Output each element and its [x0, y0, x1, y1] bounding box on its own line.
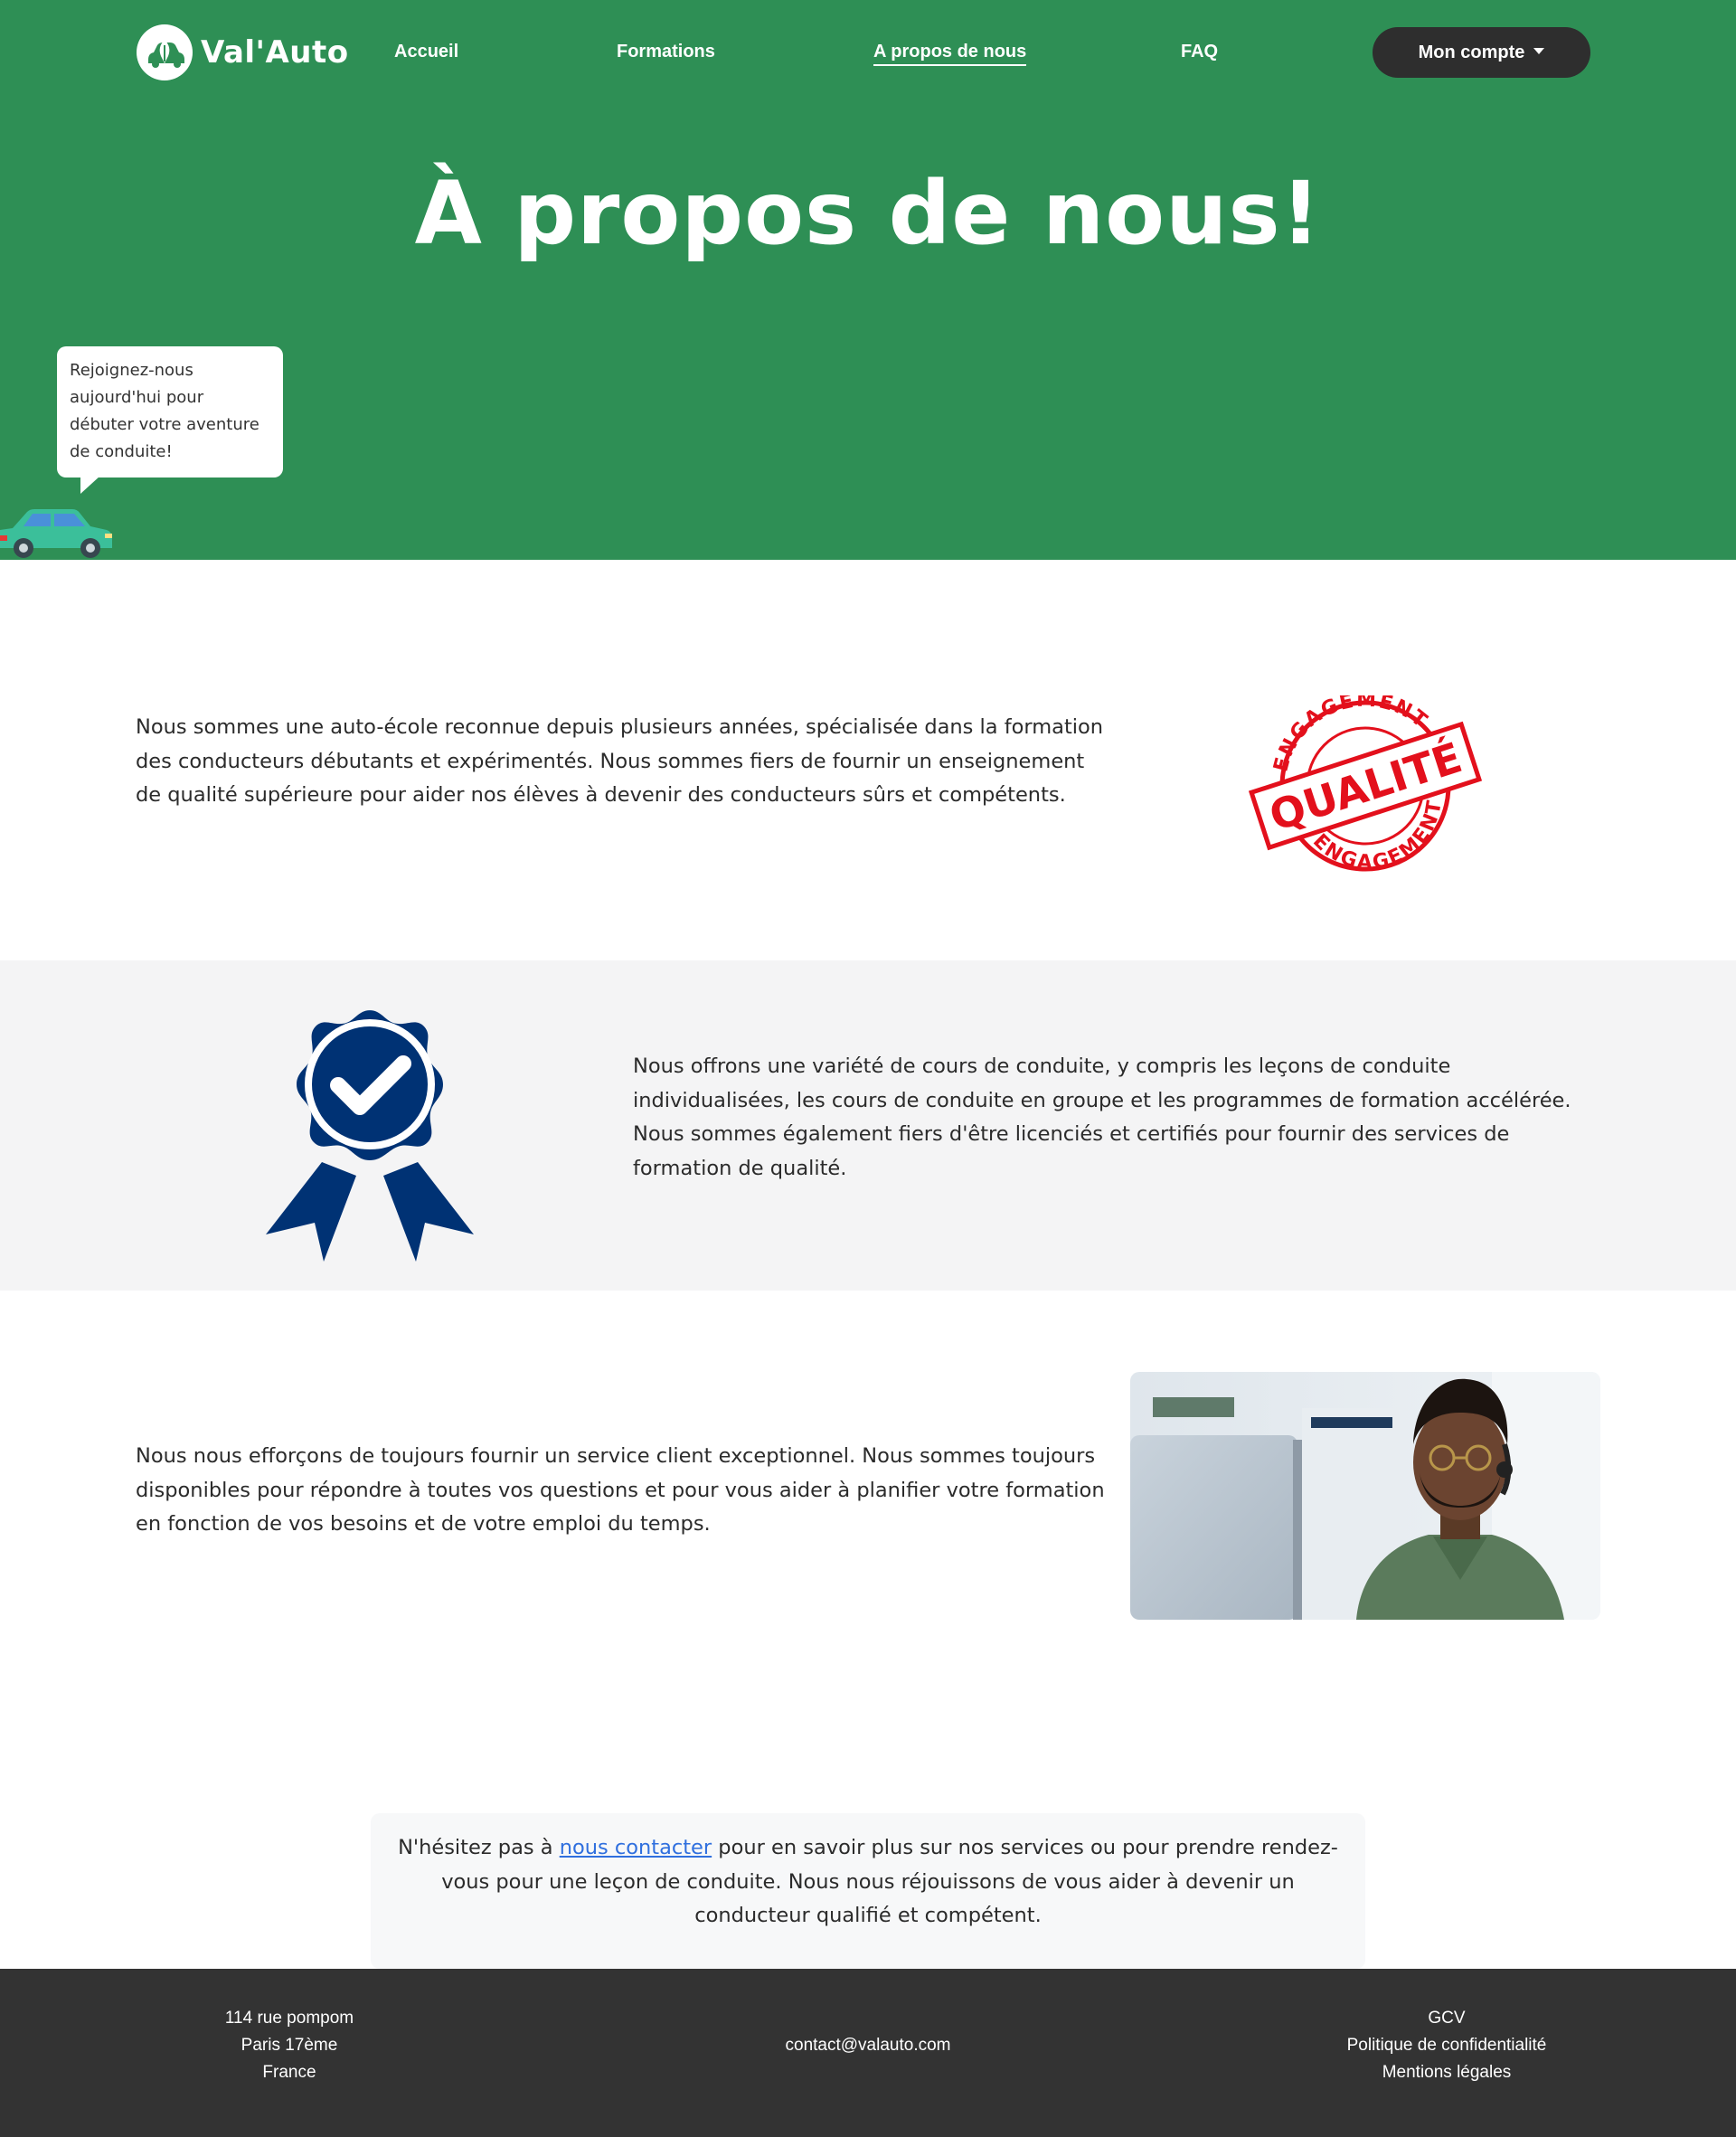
hero-header: Val'Auto Accueil Formations A propos de … [0, 0, 1736, 560]
contact-text-before: N'hésitez pas à [398, 1836, 560, 1859]
footer-legal-link[interactable]: Mentions légales [1311, 2059, 1582, 2086]
navbar: Val'Auto Accueil Formations A propos de … [136, 22, 1591, 83]
courses-text: Nous offrons une variété de cours de con… [633, 1054, 1571, 1180]
speech-bubble: Rejoignez-nous aujourd'hui pour débuter … [57, 346, 283, 494]
footer-legal-links: GCV Politique de confidentialité Mention… [1311, 2005, 1582, 2086]
brand-link[interactable]: Val'Auto [136, 22, 349, 83]
courses-section: Nous offrons une variété de cours de con… [0, 960, 1736, 1291]
footer-address-line3: France [262, 2063, 316, 2082]
nav-faq[interactable]: FAQ [1181, 42, 1218, 62]
footer-email-link[interactable]: contact@valauto.com [732, 2032, 1004, 2059]
quality-stamp-icon: ENGAGEMENT ENGAGEMENT QUALITÉ [1248, 695, 1483, 876]
footer-address: 114 rue pompom Paris 17ème France [199, 2005, 380, 2086]
contact-section: N'hésitez pas à nous contacter pour en s… [0, 1697, 1736, 1969]
customer-service-photo [1130, 1372, 1600, 1620]
intro-section: Nous sommes une auto-école reconnue depu… [0, 560, 1736, 960]
footer-address-line2: Paris 17ème [241, 2036, 338, 2055]
footer-terms-link[interactable]: GCV [1311, 2005, 1582, 2032]
speech-bubble-tail [80, 476, 100, 494]
speech-bubble-text: Rejoignez-nous aujourd'hui pour débuter … [70, 361, 259, 461]
nav-about[interactable]: A propos de nous [873, 42, 1027, 66]
footer-address-line1: 114 rue pompom [224, 2009, 354, 2028]
car-icon [0, 509, 112, 558]
nav-home[interactable]: Accueil [394, 42, 458, 62]
award-ribbon-check-icon [266, 1010, 474, 1262]
service-section: Nous nous efforçons de toujours fournir … [0, 1291, 1736, 1697]
footer: 114 rue pompom Paris 17ème France contac… [0, 1969, 1736, 2137]
contact-link[interactable]: nous contacter [560, 1836, 712, 1859]
contact-card: N'hésitez pas à nous contacter pour en s… [371, 1813, 1365, 1969]
brand-name: Val'Auto [201, 34, 349, 71]
service-text: Nous nous efforçons de toujours fournir … [136, 1444, 1105, 1536]
leaf-car-logo-icon [137, 24, 193, 80]
footer-privacy-link[interactable]: Politique de confidentialité [1311, 2032, 1582, 2059]
account-dropdown-button[interactable]: Mon compte [1373, 27, 1590, 78]
nav-courses[interactable]: Formations [617, 42, 715, 62]
page-title: À propos de nous! [414, 163, 1322, 264]
caret-down-icon [1533, 47, 1545, 54]
account-label: Mon compte [1418, 42, 1525, 62]
intro-text: Nous sommes une auto-école reconnue depu… [136, 715, 1104, 807]
footer-contact: contact@valauto.com [732, 2032, 1004, 2059]
